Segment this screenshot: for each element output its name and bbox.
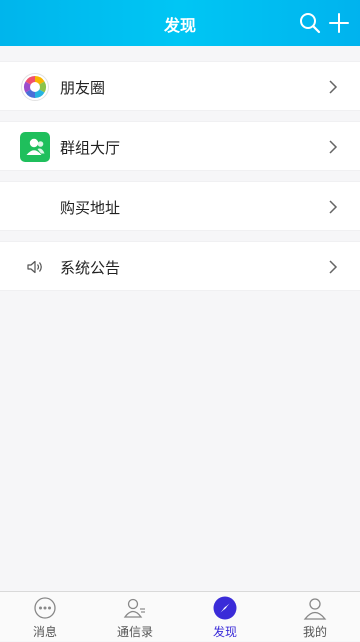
menu-item-announcements[interactable]: 系统公告 bbox=[0, 241, 360, 291]
search-icon bbox=[300, 13, 321, 34]
tab-label: 我的 bbox=[302, 625, 327, 639]
chevron-right-icon bbox=[329, 260, 338, 274]
tab-discover[interactable]: 发现 bbox=[180, 592, 270, 642]
tab-label: 发现 bbox=[212, 625, 237, 639]
menu-item-purchase-address[interactable]: 购买地址 bbox=[0, 181, 360, 231]
speaker-icon bbox=[20, 252, 50, 282]
menu-item-label: 购买地址 bbox=[60, 199, 121, 217]
moments-icon bbox=[20, 72, 50, 102]
add-button[interactable] bbox=[327, 11, 351, 35]
user-icon bbox=[303, 598, 327, 620]
tab-profile[interactable]: 我的 bbox=[270, 592, 360, 642]
tab-label: 消息 bbox=[32, 625, 57, 639]
plus-icon bbox=[329, 13, 349, 33]
tab-messages[interactable]: 消息 bbox=[0, 592, 90, 642]
search-button[interactable] bbox=[298, 11, 322, 35]
contacts-icon bbox=[123, 598, 145, 618]
app-header: 发现 bbox=[0, 0, 360, 46]
chevron-right-icon bbox=[329, 200, 338, 214]
menu-item-label: 朋友圈 bbox=[60, 79, 106, 97]
chevron-right-icon bbox=[329, 140, 338, 154]
chevron-right-icon bbox=[329, 80, 338, 94]
menu-item-label: 系统公告 bbox=[60, 259, 121, 277]
menu-item-group-hall[interactable]: 群组大厅 bbox=[0, 121, 360, 171]
tab-contacts[interactable]: 通信录 bbox=[90, 592, 180, 642]
tab-label: 通信录 bbox=[116, 625, 153, 639]
compass-icon bbox=[213, 596, 237, 620]
menu-item-label: 群组大厅 bbox=[60, 139, 121, 157]
bottom-tab-bar: 消息 通信录 发现 我的 bbox=[0, 591, 360, 641]
chat-bubble-icon bbox=[34, 597, 56, 619]
group-icon bbox=[20, 132, 50, 162]
menu-item-moments[interactable]: 朋友圈 bbox=[0, 61, 360, 111]
